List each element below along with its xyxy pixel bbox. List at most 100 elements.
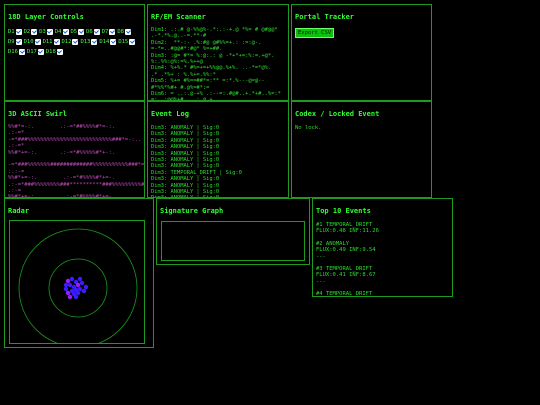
- layer-toggle-d3[interactable]: D3: [39, 29, 53, 35]
- layer-checkbox[interactable]: [15, 39, 22, 45]
- ascii-swirl-title: 3D ASCII Swirl: [8, 110, 68, 118]
- codex-panel: Codex / Locked Event No lock.: [291, 101, 432, 198]
- radar-scope: [18, 228, 138, 347]
- radar-blip: [77, 276, 83, 282]
- ascii-swirl-art: %%#*=-:. .:-=*##%%%%#*=-:. .:-=* -=*###%…: [8, 124, 145, 198]
- radar-blip: [75, 282, 81, 288]
- layer-toggle-d8[interactable]: D8: [117, 29, 131, 35]
- radar-blip: [79, 280, 85, 286]
- top-events-title: Top 10 Events: [316, 207, 371, 215]
- layer-toggle-d18[interactable]: D18: [46, 49, 63, 55]
- layer-toggle-d15[interactable]: D15: [118, 39, 136, 45]
- rfem-scanner-output: Dim1: .:.# @-%%@%-.*:.:-+.@ *%= # @#@@* …: [151, 27, 281, 101]
- radar-blip: [77, 286, 83, 292]
- rfem-scanner-title: RF/EM Scanner: [151, 13, 206, 21]
- radar-blip: [83, 284, 89, 290]
- layer-checkbox[interactable]: [62, 29, 69, 35]
- layer-checkbox-list: D1 D2 D3 D4 D5 D6 D7 D8 D9 D10 D11 D12 D13 D14 D15 D16 D…: [8, 29, 144, 59]
- radar-ring-inner: [48, 258, 108, 318]
- radar-blip: [67, 282, 73, 288]
- layer-toggle-d2[interactable]: D2: [24, 29, 38, 35]
- layer-checkbox[interactable]: [46, 29, 53, 35]
- layer-checkbox[interactable]: [56, 49, 63, 55]
- layer-toggle-d1[interactable]: D1: [8, 29, 22, 35]
- event-log-title: Event Log: [151, 110, 189, 118]
- radar-blip: [81, 288, 87, 294]
- layer-checkbox[interactable]: [91, 39, 98, 45]
- event-log-panel: Event Log Dim3: ANOMALY | Sig:0 Dim3: ANO…: [147, 101, 289, 198]
- top-event-item: #4 TEMPORAL_DRIFTFLUX:0.43 INF:8.48---: [316, 291, 379, 297]
- radar-display: [9, 220, 145, 347]
- layer-checkbox[interactable]: [129, 39, 136, 45]
- top-event-flux: FLUX:0.41 INF:8.67: [316, 272, 376, 279]
- top-events-panel: Top 10 Events #1 TEMPORAL_DRIFT FLUX:0.48…: [312, 198, 453, 297]
- layer-toggle-d7[interactable]: D7: [102, 29, 116, 35]
- layer-label: D18: [45, 49, 56, 55]
- radar-blip: [65, 278, 71, 284]
- ascii-swirl-panel: 3D ASCII Swirl %%#*=-:. .:-=*##%%%%#*=-:…: [4, 101, 145, 198]
- layer-checkbox[interactable]: [18, 49, 25, 55]
- layer-toggle-d9[interactable]: D9: [8, 39, 22, 45]
- rfem-scanner-panel: RF/EM Scanner Dim1: .:.# @-%%@%-.*:.:-+.…: [147, 4, 289, 101]
- layer-checkbox[interactable]: [34, 39, 41, 45]
- layer-checkbox[interactable]: [78, 29, 85, 35]
- radar-title: Radar: [8, 207, 30, 215]
- export-csv-button[interactable]: Export CSV: [295, 28, 335, 38]
- layer-toggle-d10[interactable]: D10: [24, 39, 41, 45]
- radar-blip: [73, 294, 79, 300]
- layer-toggle-d14[interactable]: D14: [99, 39, 117, 45]
- layer-label: D6: [86, 29, 93, 35]
- top-event-item: #2 ANOMALY FLUX:0.49 INF:9.54 ---: [316, 241, 379, 260]
- top-event-head: #4 TEMPORAL_DRIFT: [316, 291, 373, 297]
- top-event-flux: FLUX:0.49 INF:9.54: [316, 247, 376, 254]
- signature-graph-panel: Signature Graph: [156, 198, 310, 265]
- layer-label: D10: [23, 39, 34, 45]
- layer-label: D9: [8, 39, 15, 45]
- top-event-sep: ---: [316, 253, 326, 260]
- radar-blip: [63, 286, 69, 292]
- layer-label: D15: [118, 39, 129, 45]
- layer-checkbox[interactable]: [72, 39, 79, 45]
- layer-label: D11: [42, 39, 53, 45]
- top-event-sep: ---: [316, 278, 326, 285]
- layer-label: D17: [26, 49, 37, 55]
- radar-panel: Radar: [4, 198, 154, 348]
- layer-checkbox[interactable]: [15, 29, 22, 35]
- signature-graph-title: Signature Graph: [160, 207, 224, 215]
- layer-label: D16: [8, 49, 18, 55]
- layer-controls-panel: 18D Layer Controls D1 D2 D3 D4 D5 D6 D7 D8 D9 D10…: [4, 4, 145, 101]
- codex-title: Codex / Locked Event: [295, 110, 380, 118]
- layer-checkbox[interactable]: [125, 29, 131, 35]
- layer-label: D14: [99, 39, 110, 45]
- layer-checkbox[interactable]: [53, 39, 60, 45]
- layer-toggle-d17[interactable]: D17: [27, 49, 44, 55]
- layer-checkbox[interactable]: [37, 49, 44, 55]
- layer-controls-title: 18D Layer Controls: [8, 13, 84, 21]
- layer-checkbox[interactable]: [109, 29, 116, 35]
- layer-toggle-d4[interactable]: D4: [55, 29, 69, 35]
- layer-toggle-d5[interactable]: D5: [71, 29, 85, 35]
- event-log-list[interactable]: Dim3: ANOMALY | Sig:0 Dim3: ANOMALY | Sig…: [151, 125, 242, 197]
- layer-checkbox[interactable]: [110, 39, 117, 45]
- layer-toggle-d6[interactable]: D6: [86, 29, 100, 35]
- layer-checkbox[interactable]: [31, 29, 38, 35]
- layer-label: D4: [54, 29, 62, 35]
- layer-toggle-d11[interactable]: D11: [43, 39, 60, 45]
- layer-toggle-d13[interactable]: D13: [80, 39, 98, 45]
- portal-tracker-panel: Portal Tracker Export CSV: [291, 4, 432, 101]
- top-event-item: #3 TEMPORAL_DRIFT FLUX:0.41 INF:8.67 ---: [316, 266, 379, 285]
- layer-toggle-d16[interactable]: D16: [8, 49, 25, 55]
- radar-blip: [67, 294, 73, 300]
- top-event-flux: FLUX:0.48 INF:11.26: [316, 228, 379, 235]
- radar-blip: [65, 290, 71, 296]
- layer-label: D2: [23, 29, 31, 35]
- layer-label: D5: [70, 29, 78, 35]
- layer-toggle-d12[interactable]: D12: [62, 39, 79, 45]
- portal-tracker-title: Portal Tracker: [295, 13, 355, 21]
- layer-label: D7: [101, 29, 109, 35]
- top-events-list: #1 TEMPORAL_DRIFT FLUX:0.48 INF:11.26 #2 A…: [316, 222, 379, 297]
- radar-blip: [69, 276, 75, 282]
- layer-label: D3: [39, 29, 46, 35]
- layer-label: D8: [117, 29, 124, 35]
- layer-checkbox[interactable]: [93, 29, 100, 35]
